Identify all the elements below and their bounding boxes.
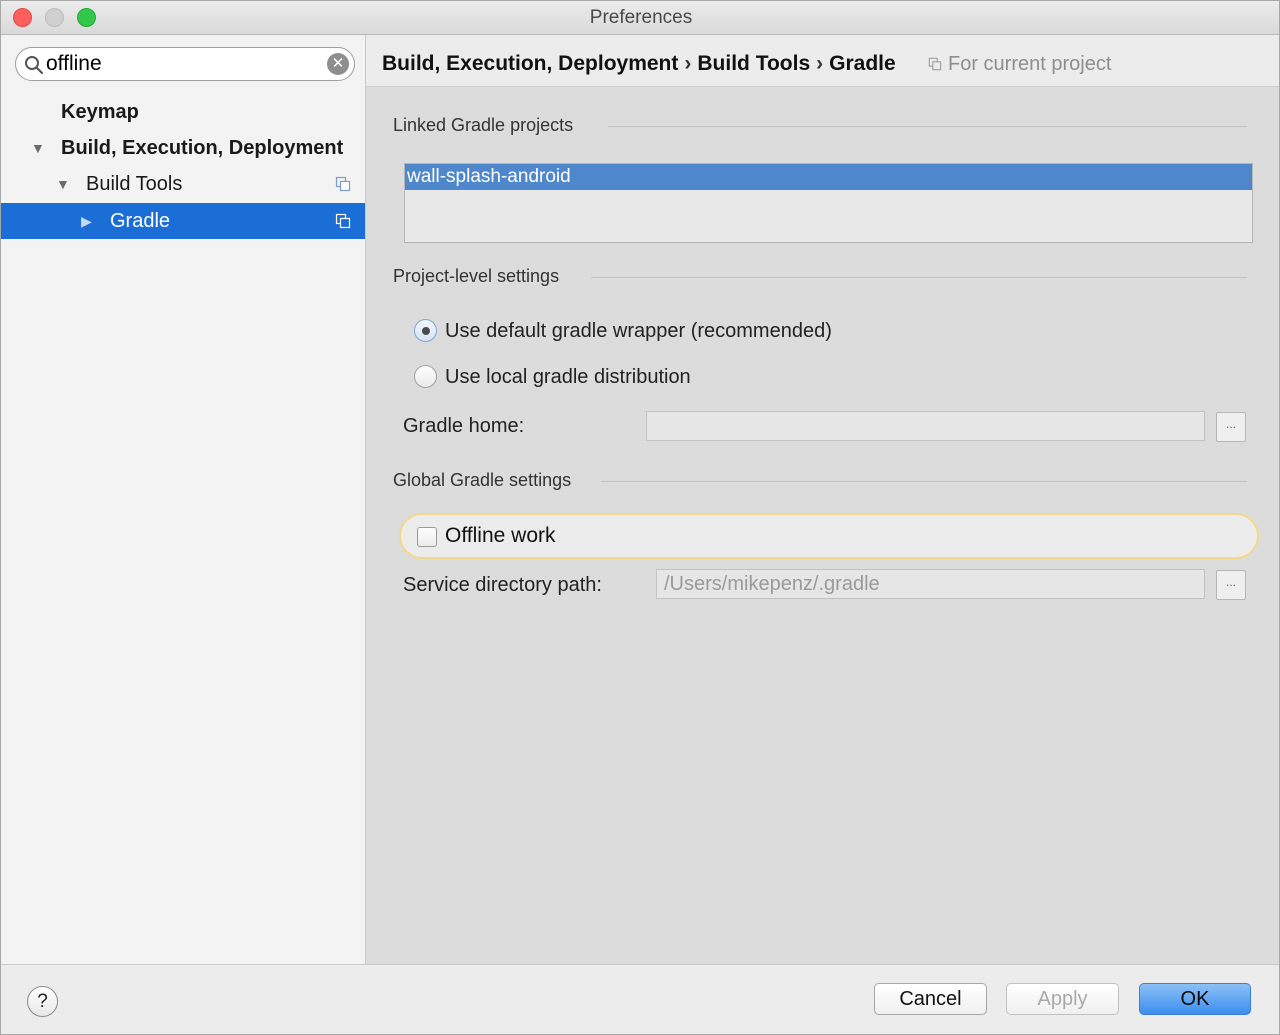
window-title: Preferences xyxy=(589,7,693,28)
preferences-window: Preferences ✕ Keymap ▼ Build, Execution,… xyxy=(0,0,1280,1035)
collapsed-arrow-icon[interactable]: ▶ xyxy=(81,203,92,239)
scope-indicator: For current project xyxy=(928,35,1111,87)
breadcrumb-separator: › xyxy=(816,52,824,75)
title-bar: Preferences xyxy=(1,1,1279,35)
settings-search-box[interactable]: ✕ xyxy=(15,47,355,81)
offline-work-label: Offline work xyxy=(445,524,556,547)
tree-item-keymap[interactable]: Keymap xyxy=(1,94,365,130)
service-directory-field[interactable]: /Users/mikepenz/.gradle xyxy=(656,569,1205,599)
project-scope-icon xyxy=(335,176,351,192)
local-distribution-radio[interactable] xyxy=(414,365,437,388)
clear-search-icon[interactable]: ✕ xyxy=(327,53,349,75)
tree-item-label: Build Tools xyxy=(86,173,183,195)
default-wrapper-radio[interactable] xyxy=(414,319,437,342)
project-scope-icon xyxy=(928,57,942,71)
global-settings-title: Global Gradle settings xyxy=(393,470,572,490)
section-divider xyxy=(601,481,1247,482)
linked-projects-list[interactable]: wall-splash-android xyxy=(404,163,1253,243)
linked-projects-title: Linked Gradle projects xyxy=(393,115,574,135)
radio-label: Use local gradle distribution xyxy=(445,366,691,388)
breadcrumb: Build, Execution, Deployment › Build Tools… xyxy=(382,35,896,87)
tree-item-build-tools[interactable]: ▼ Build Tools xyxy=(1,166,365,202)
offline-work-option[interactable]: Offline work xyxy=(399,513,1259,559)
cancel-button[interactable]: Cancel xyxy=(874,983,987,1015)
help-button[interactable]: ? xyxy=(27,986,58,1017)
breadcrumb-item: Build, Execution, Deployment xyxy=(382,52,679,75)
ok-button[interactable]: OK xyxy=(1139,983,1251,1015)
project-scope-icon xyxy=(335,213,351,229)
gradle-home-label: Gradle home: xyxy=(403,415,525,437)
apply-button[interactable]: Apply xyxy=(1006,983,1119,1015)
gradle-home-field xyxy=(646,411,1205,441)
project-settings-title: Project-level settings xyxy=(393,266,560,286)
tree-item-build-execution-deployment[interactable]: ▼ Build, Execution, Deployment xyxy=(1,130,365,166)
settings-header: Build, Execution, Deployment › Build Tools… xyxy=(366,35,1279,87)
gradle-home-browse-button: ... xyxy=(1216,412,1246,442)
search-input[interactable] xyxy=(46,51,321,77)
breadcrumb-item: Build Tools xyxy=(697,52,811,75)
dialog-footer: ? Cancel Apply OK xyxy=(1,964,1279,1034)
settings-sidebar: ✕ Keymap ▼ Build, Execution, Deployment … xyxy=(1,35,366,964)
list-item[interactable]: wall-splash-android xyxy=(405,164,1252,190)
scope-label: For current project xyxy=(948,53,1112,75)
expanded-arrow-icon[interactable]: ▼ xyxy=(56,166,70,202)
tree-item-label: Keymap xyxy=(61,101,139,123)
settings-content: Build, Execution, Deployment › Build Tools… xyxy=(366,35,1279,964)
section-divider xyxy=(591,277,1247,278)
service-directory-browse-button[interactable]: ... xyxy=(1216,570,1246,600)
tree-item-gradle[interactable]: ▶ Gradle xyxy=(1,203,365,239)
radio-label: Use default gradle wrapper (recommended) xyxy=(445,320,832,342)
breadcrumb-item: Gradle xyxy=(829,52,896,75)
service-directory-label: Service directory path: xyxy=(403,574,602,596)
offline-work-checkbox[interactable] xyxy=(417,527,437,547)
search-icon xyxy=(25,56,44,75)
breadcrumb-separator: › xyxy=(684,52,692,75)
section-divider xyxy=(608,126,1247,127)
expanded-arrow-icon[interactable]: ▼ xyxy=(31,130,45,166)
tree-item-label: Gradle xyxy=(110,210,171,232)
tree-item-label: Build, Execution, Deployment xyxy=(61,137,344,159)
